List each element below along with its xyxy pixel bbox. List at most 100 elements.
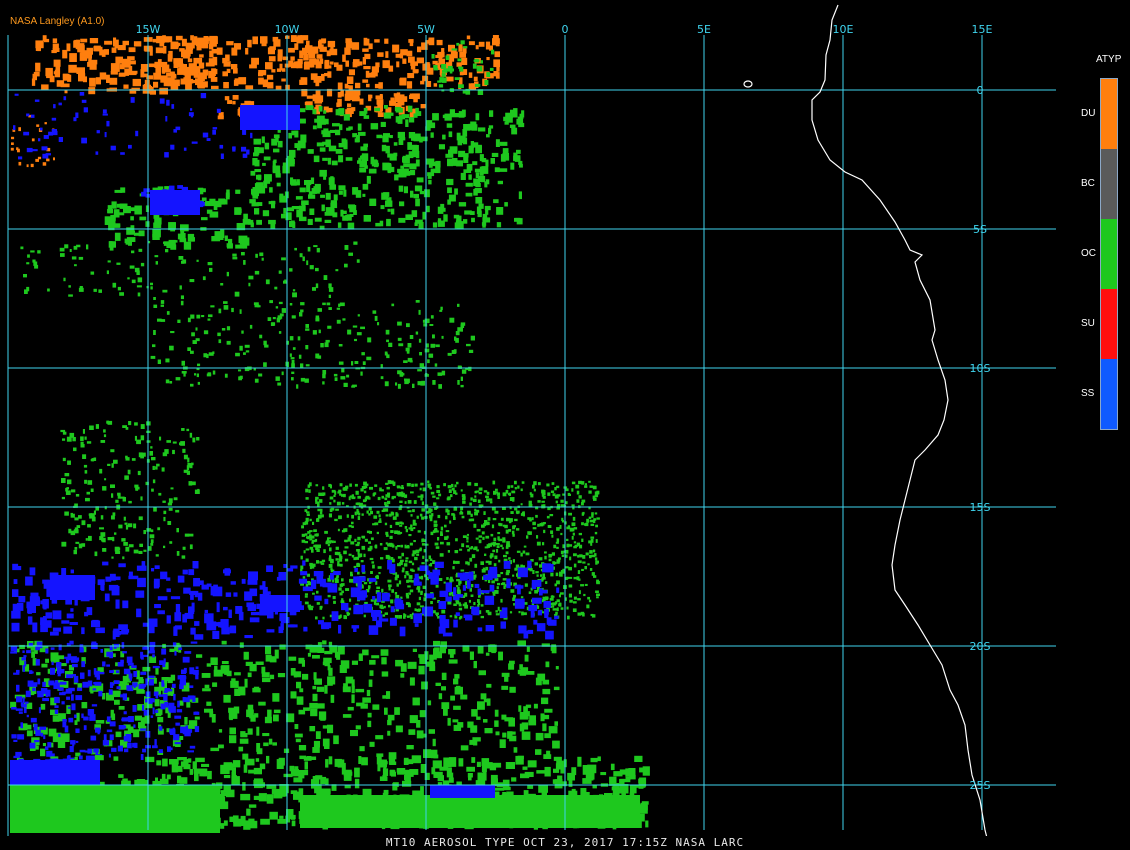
aerosol-cell — [312, 655, 320, 659]
aerosol-cell — [223, 763, 234, 771]
aerosol-cell — [520, 503, 523, 506]
aerosol-cell — [247, 728, 253, 735]
aerosol-cell — [461, 515, 465, 519]
aerosol-cell — [407, 510, 412, 513]
aerosol-cell — [493, 563, 497, 567]
aerosol-cell — [275, 85, 282, 90]
aerosol-cell — [584, 483, 587, 486]
aerosol-cell — [594, 553, 597, 557]
aerosol-cell — [319, 511, 323, 515]
aerosol-cell — [221, 661, 229, 665]
aerosol-cell — [400, 49, 408, 56]
aerosol-cell — [328, 294, 331, 298]
aerosol-cell — [239, 738, 249, 744]
aerosol-cell — [76, 67, 85, 74]
aerosol-cell — [287, 207, 294, 212]
aerosol-cell — [74, 720, 78, 725]
aerosol-cell — [301, 533, 306, 537]
aerosol-cell — [420, 80, 425, 85]
aerosol-cell — [133, 41, 142, 47]
aerosol-cell — [434, 363, 438, 367]
aerosol-cell — [174, 742, 182, 745]
aerosol-cell — [634, 755, 643, 762]
aerosol-cell — [569, 599, 573, 603]
aerosol-cell — [471, 124, 478, 131]
aerosol-cell — [493, 199, 499, 204]
lat-label: 0 — [977, 84, 984, 97]
aerosol-cell — [316, 142, 325, 147]
aerosol-cell — [289, 303, 293, 306]
aerosol-cell — [72, 744, 75, 747]
aerosol-cell — [577, 598, 581, 601]
aerosol-cell — [415, 198, 420, 207]
aerosol-cell — [266, 755, 270, 764]
aerosol-cell — [571, 504, 575, 507]
aerosol-cell — [172, 441, 177, 444]
aerosol-cell — [280, 617, 290, 624]
aerosol-cell — [484, 728, 493, 734]
aerosol-cell — [184, 651, 192, 654]
aerosol-cell — [420, 482, 424, 486]
aerosol-cell — [470, 513, 473, 517]
aerosol-cell — [52, 715, 60, 722]
aerosol-cell — [288, 47, 295, 53]
aerosol-cell — [194, 591, 198, 598]
aerosol-cell — [232, 256, 238, 260]
aerosol-cell — [425, 81, 432, 87]
aerosol-cell — [513, 747, 518, 753]
aerosol-cell — [475, 45, 479, 50]
aerosol-cell — [404, 494, 408, 498]
aerosol-cell — [154, 255, 159, 258]
aerosol-cell — [154, 699, 160, 707]
aerosol-cell — [34, 740, 40, 743]
aerosol-cell — [106, 74, 110, 83]
aerosol-cell — [324, 659, 330, 667]
aerosol-cell — [250, 170, 256, 176]
aerosol-cell — [189, 667, 195, 675]
aerosol-cell — [520, 488, 523, 492]
aerosol-cell — [296, 696, 304, 705]
aerosol-cell — [490, 774, 498, 785]
aerosol-cell — [566, 538, 569, 541]
aerosol-cell — [412, 519, 416, 524]
aerosol-cell — [387, 730, 391, 736]
aerosol-cell — [151, 457, 156, 461]
aerosol-cell — [115, 499, 119, 503]
aerosol-cell — [433, 520, 438, 523]
aerosol-cell — [242, 153, 248, 158]
aerosol-cell — [247, 672, 252, 678]
aerosol-cell — [418, 222, 424, 229]
aerosol-cell — [297, 336, 301, 341]
aerosol-cell — [505, 572, 510, 576]
aerosol-cell — [489, 67, 494, 71]
aerosol-cell — [552, 779, 559, 784]
aerosol-cell — [416, 515, 419, 519]
aerosol-cell — [116, 547, 121, 551]
aerosol-cell — [290, 691, 297, 699]
aerosol-cell — [342, 54, 346, 62]
aerosol-cell — [299, 216, 307, 222]
aerosol-cell — [106, 120, 110, 127]
aerosol-cell — [264, 716, 272, 724]
aerosol-cell — [477, 627, 483, 632]
aerosol-cell — [407, 500, 412, 504]
aerosol-cell — [22, 650, 25, 653]
aerosol-cell — [303, 550, 306, 554]
aerosol-cell — [300, 565, 304, 570]
aerosol-cell — [232, 147, 236, 152]
aerosol-cell — [301, 202, 306, 207]
aerosol-cell — [223, 305, 229, 310]
aerosol-cell — [504, 121, 509, 125]
aerosol-cell — [578, 578, 581, 581]
aerosol-cell — [398, 217, 406, 223]
aerosol-cell — [397, 337, 402, 341]
aerosol-cell — [467, 561, 470, 566]
aerosol-cell — [318, 620, 324, 625]
aerosol-cell — [488, 560, 492, 565]
aerosol-cell — [262, 581, 266, 590]
aerosol-cell — [361, 564, 366, 573]
aerosol-cell — [160, 304, 164, 307]
aerosol-cell — [261, 136, 265, 144]
aerosol-cell — [367, 337, 372, 343]
aerosol-cell — [174, 612, 182, 622]
